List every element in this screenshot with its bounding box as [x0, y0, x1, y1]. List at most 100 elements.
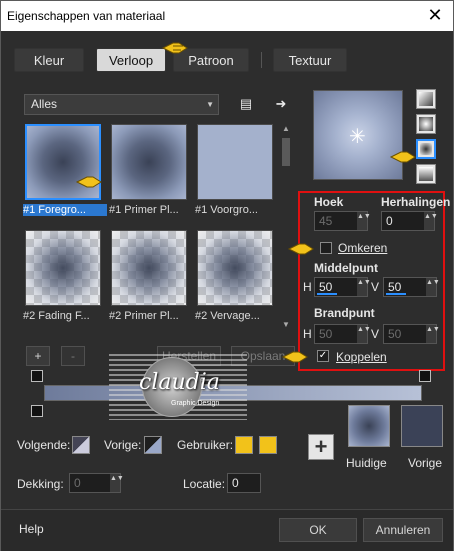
- user-label: Gebruiker:: [177, 438, 234, 452]
- previous-swatch-label: Vorige: [408, 456, 443, 470]
- spin-arrows-icon[interactable]: ▲▼: [426, 278, 440, 296]
- current-label: Huidige: [346, 456, 387, 470]
- angle-label: Hoek: [314, 195, 344, 209]
- link-checkbox[interactable]: ✓: [317, 350, 329, 362]
- link-label: Koppelen: [336, 350, 387, 364]
- gradient-stop-left[interactable]: [31, 405, 43, 417]
- location-input[interactable]: 0: [227, 473, 261, 493]
- pointer-hand-icon: [161, 40, 189, 56]
- follow-swatch[interactable]: [72, 436, 90, 454]
- location-label: Locatie:: [183, 477, 226, 491]
- add-button[interactable]: +: [308, 434, 334, 460]
- pointer-hand-icon: [281, 349, 309, 365]
- pointer-hand-icon: [389, 149, 417, 165]
- mid-h-input[interactable]: 50 ▲▼: [314, 277, 371, 297]
- pointer-hand-icon: [287, 241, 315, 257]
- gradient-thumb-5[interactable]: #2 Primer Pl...: [109, 228, 189, 328]
- linear-style-button[interactable]: [416, 89, 436, 109]
- radial-style-button[interactable]: [416, 164, 436, 184]
- close-icon[interactable]: ✕: [425, 5, 445, 26]
- opacity-input[interactable]: 0 ▲▼: [69, 473, 124, 493]
- center-star-icon: ✳: [349, 126, 366, 148]
- tab-divider: [261, 52, 262, 68]
- scrollbar-thumb[interactable]: [282, 138, 290, 166]
- sunburst-style-icon: [420, 143, 432, 155]
- library-scrollbar[interactable]: ▲ ▼: [279, 122, 293, 332]
- tab-verloop[interactable]: Verloop: [96, 48, 166, 72]
- repeats-value: 0: [386, 214, 393, 228]
- user-swatch-1[interactable]: [235, 436, 253, 454]
- category-value: Alles: [31, 97, 58, 111]
- gradient-thumb-1[interactable]: #1 Foregro...: [23, 122, 107, 222]
- help-link[interactable]: Help: [19, 522, 44, 536]
- focal-v-label: V: [371, 327, 380, 341]
- tab-kleur[interactable]: Kleur: [14, 48, 84, 72]
- radial-style-icon: [419, 167, 433, 181]
- spin-arrows-icon[interactable]: ▲▼: [110, 474, 124, 492]
- location-value: 0: [232, 476, 239, 490]
- gradient-preview-image: [197, 230, 273, 306]
- angle-input[interactable]: 45 ▲▼: [314, 211, 371, 231]
- watermark-text: claudia: [139, 370, 220, 395]
- focal-h-input[interactable]: 50 ▲▼: [314, 324, 371, 344]
- window-title: Eigenschappen van materiaal: [7, 9, 166, 23]
- linear-style-icon: [419, 92, 433, 106]
- current-swatch[interactable]: [348, 405, 390, 447]
- user-swatch-2[interactable]: [259, 436, 277, 454]
- opacity-value: 0: [74, 476, 81, 490]
- repeats-label: Herhalingen: [381, 195, 451, 209]
- spin-arrows-icon[interactable]: ▲▼: [357, 278, 371, 296]
- repeats-input[interactable]: 0 ▲▼: [381, 211, 438, 231]
- focal-h-label: H: [303, 327, 312, 341]
- ok-button[interactable]: OK: [279, 518, 357, 542]
- gradient-thumb-4[interactable]: #2 Fading F...: [23, 228, 103, 328]
- rectangular-style-button[interactable]: [416, 114, 436, 134]
- gradient-thumb-6[interactable]: #2 Vervage...: [195, 228, 275, 328]
- category-dropdown[interactable]: Alles ▼: [24, 94, 219, 115]
- previous-mini-swatch[interactable]: [144, 436, 162, 454]
- spin-arrows-icon[interactable]: ▲▼: [357, 325, 371, 343]
- arrow-right-icon[interactable]: ➜: [272, 95, 290, 113]
- gradient-thumb-label: #2 Fading F...: [23, 310, 90, 322]
- gradient-preview-image: [111, 230, 187, 306]
- material-properties-dialog: Eigenschappen van materiaal ✕ Kleur Verl…: [0, 0, 454, 551]
- mid-v-slider-fill: [386, 293, 406, 295]
- rectangular-style-icon: [419, 117, 433, 131]
- gradient-thumb-2[interactable]: #1 Primer Pl...: [109, 122, 189, 222]
- document-icon[interactable]: ▤: [237, 95, 255, 113]
- gradient-preview-image: [25, 230, 101, 306]
- gradient-thumb-label: #1 Primer Pl...: [109, 204, 179, 216]
- gradient-thumb-label: #2 Primer Pl...: [109, 310, 179, 322]
- tab-textuur[interactable]: Textuur: [273, 48, 347, 72]
- sunburst-style-button[interactable]: [416, 139, 436, 159]
- mid-v-value: 50: [388, 280, 402, 294]
- gradient-stop-top-right[interactable]: [419, 370, 431, 382]
- add-gradient-button[interactable]: +: [26, 346, 50, 366]
- gradient-stop-top-left[interactable]: [31, 370, 43, 382]
- mid-h-label: H: [303, 280, 312, 294]
- tab-bar: Kleur Verloop Patroon Textuur: [1, 42, 453, 74]
- spin-arrows-icon[interactable]: ▲▼: [424, 212, 438, 230]
- gradient-thumb-3[interactable]: #1 Voorgro...: [195, 122, 275, 222]
- focal-point-label: Brandpunt: [314, 306, 375, 320]
- gradient-thumb-label: #1 Foregro...: [23, 204, 107, 216]
- spin-arrows-icon[interactable]: ▲▼: [426, 325, 440, 343]
- focal-v-input[interactable]: 50 ▲▼: [383, 324, 440, 344]
- cancel-button[interactable]: Annuleren: [363, 518, 443, 542]
- previous-swatch[interactable]: [401, 405, 443, 447]
- focal-h-value: 50: [319, 327, 333, 341]
- scroll-up-icon[interactable]: ▲: [279, 122, 293, 136]
- mid-v-label: V: [371, 280, 380, 294]
- follow-label: Volgende:: [17, 438, 71, 452]
- remove-gradient-button[interactable]: -: [61, 346, 85, 366]
- gradient-preview-image: [197, 124, 273, 200]
- dialog-footer: Help OK Annuleren: [1, 509, 453, 551]
- focal-v-value: 50: [388, 327, 402, 341]
- gradient-preview[interactable]: ✳: [313, 90, 403, 180]
- invert-checkbox[interactable]: [320, 242, 332, 254]
- scroll-down-icon[interactable]: ▼: [279, 318, 293, 332]
- gradient-thumb-label: #1 Voorgro...: [195, 204, 258, 216]
- mid-h-slider-fill: [317, 293, 337, 295]
- spin-arrows-icon[interactable]: ▲▼: [357, 212, 371, 230]
- mid-v-input[interactable]: 50 ▲▼: [383, 277, 440, 297]
